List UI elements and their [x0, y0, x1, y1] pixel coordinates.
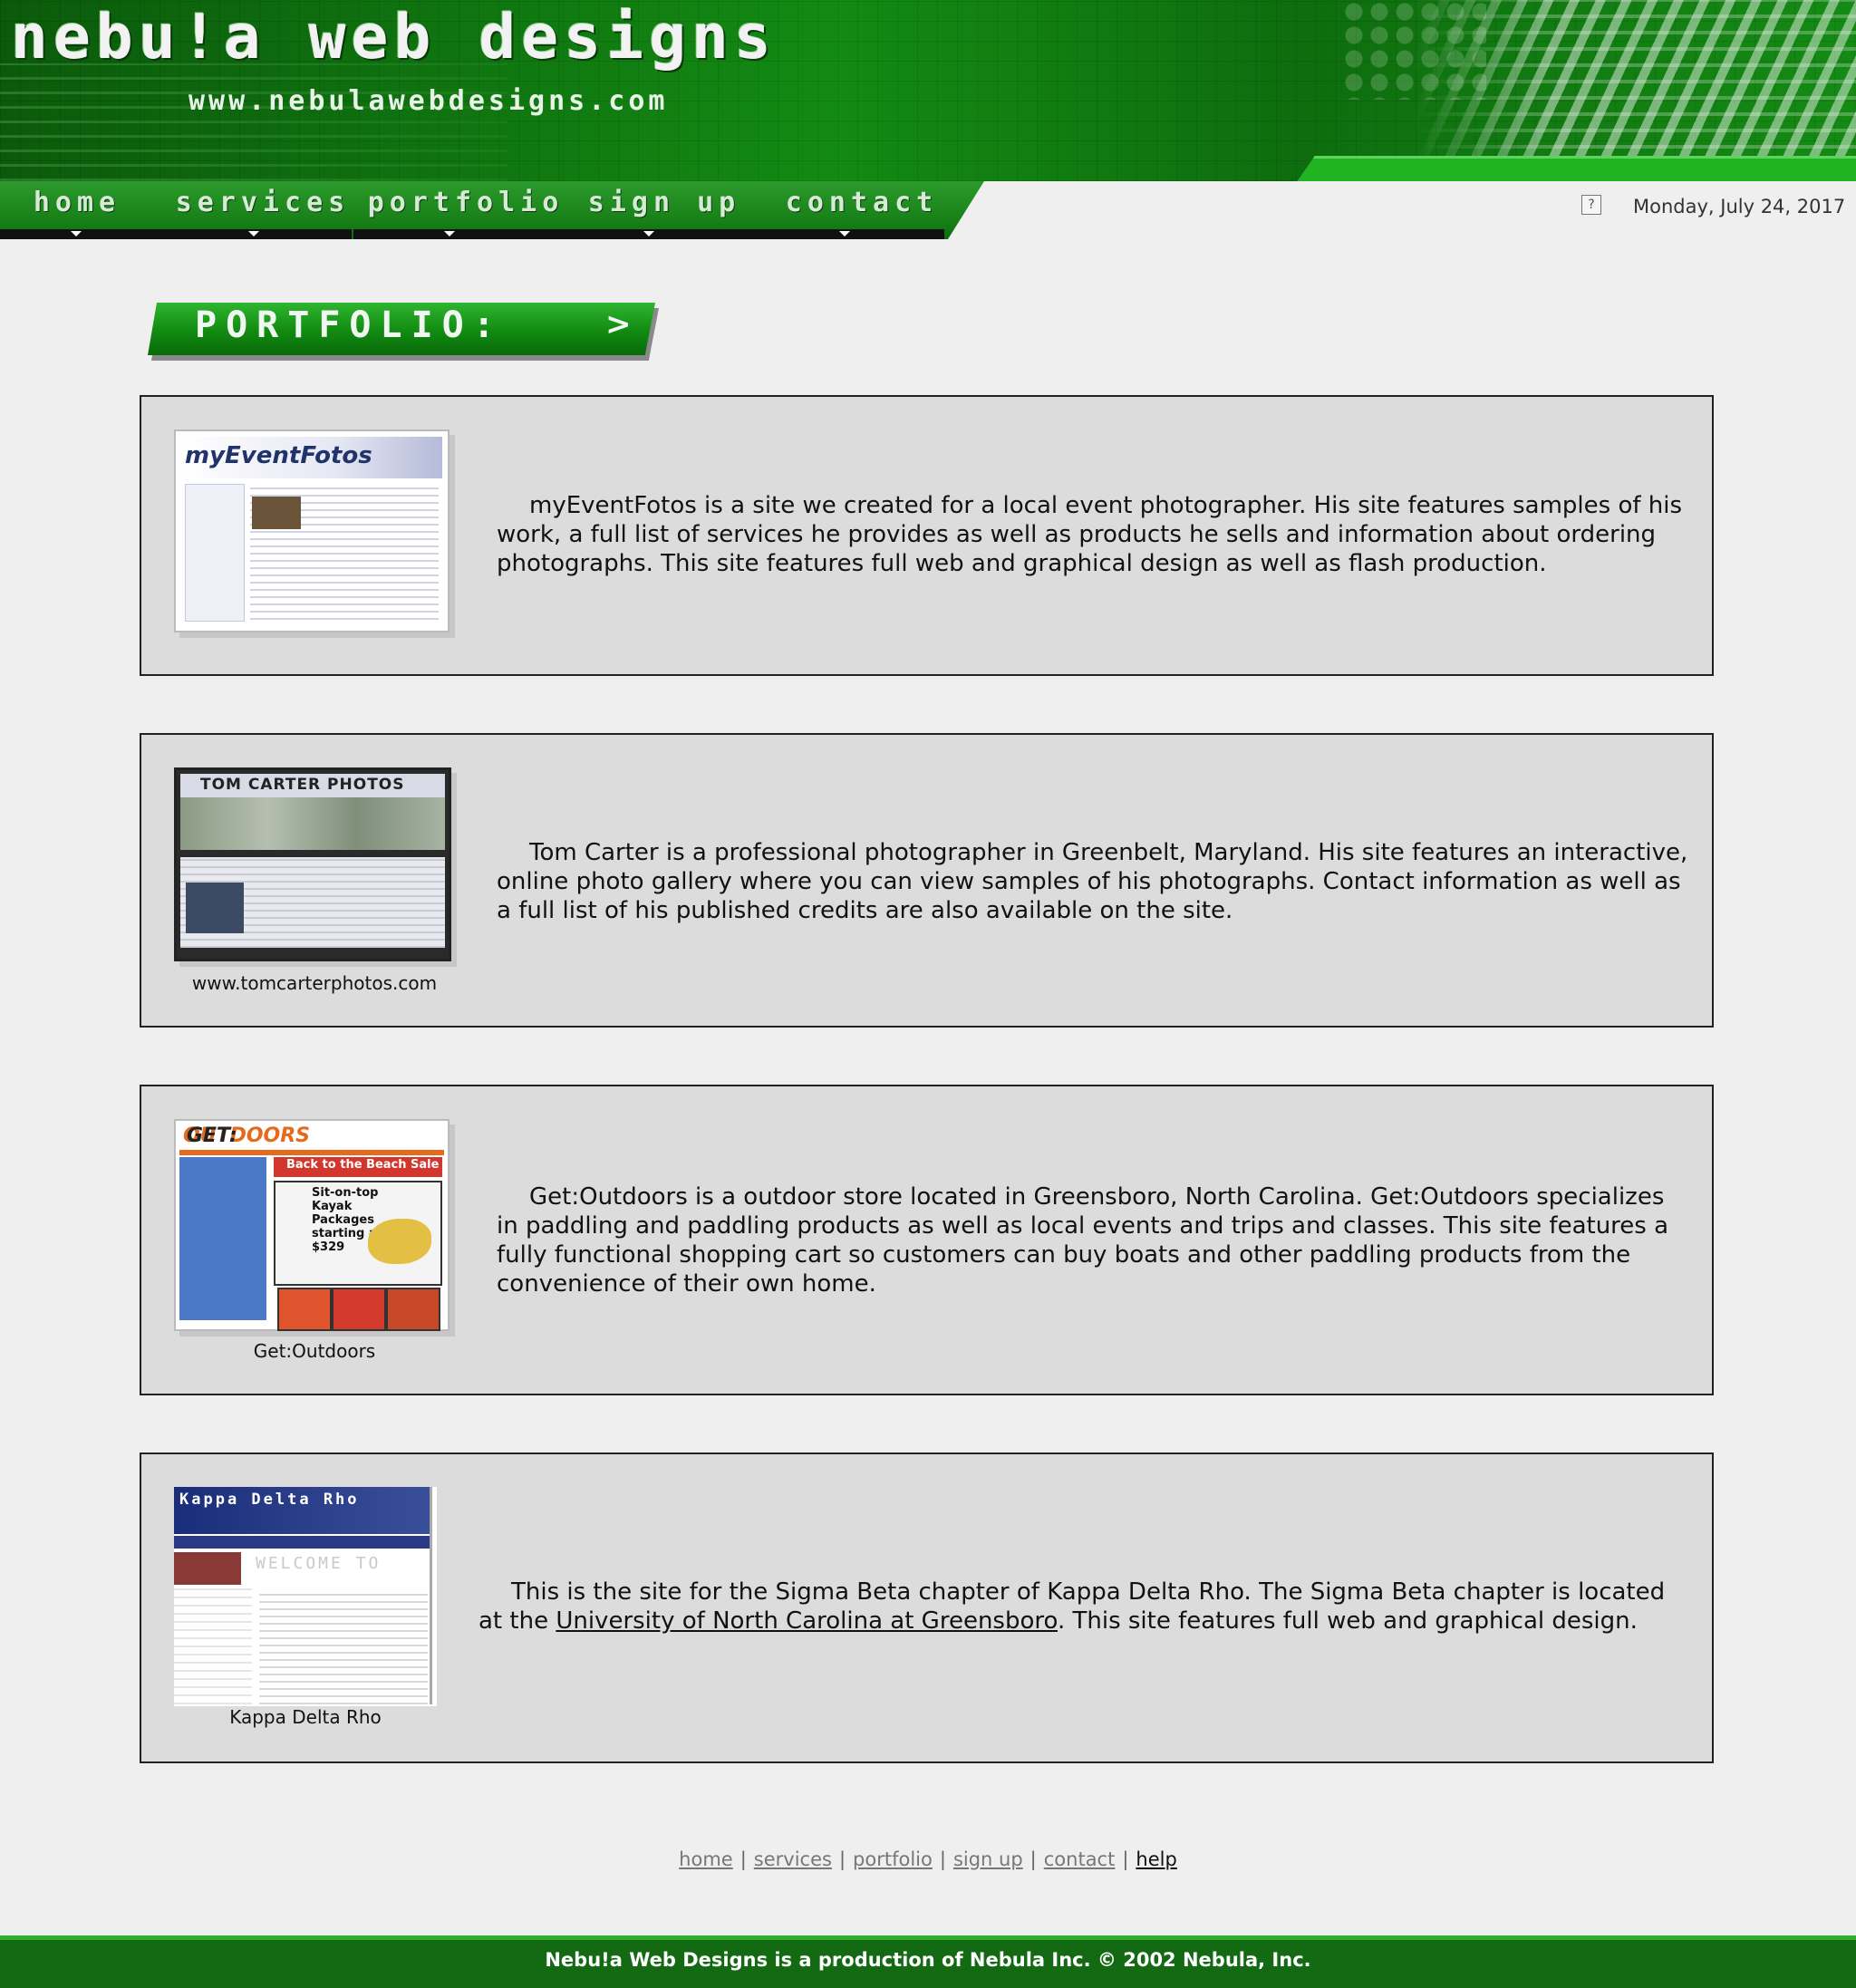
- thumbnail-title-part: GET:: [187, 1124, 237, 1147]
- chevron-down-icon: [444, 231, 455, 236]
- thumbnail-caption: Kappa Delta Rho: [229, 1706, 382, 1728]
- thumbnail-photo: [252, 497, 301, 529]
- nav-tab-label: portfolio: [367, 187, 565, 218]
- thumbnail-caption: www.tomcarterphotos.com: [191, 972, 438, 994]
- site-header: nebu!a web designs www.nebulawebdesigns.…: [0, 0, 1856, 181]
- nav-tab-label: home: [33, 187, 121, 218]
- thumbnail-header: TOM CARTER PHOTOS: [180, 774, 445, 797]
- portfolio-item-kappa-delta-rho: Kappa Delta Rho WELCOME TO Kappa Delta R…: [140, 1452, 1714, 1763]
- thumbnail-kayak-graphic: [368, 1219, 431, 1264]
- page-title: PORTFOLIO:: [195, 304, 504, 346]
- footer-link-sign-up[interactable]: sign up: [953, 1848, 1023, 1870]
- thumbnail-title: Kappa Delta Rho: [179, 1491, 360, 1509]
- footer-separator: |: [740, 1848, 747, 1870]
- copyright-text: Nebu!a Web Designs is a production of Ne…: [545, 1949, 1311, 1971]
- thumbnail-kappa-delta-rho[interactable]: Kappa Delta Rho WELCOME TO: [174, 1487, 437, 1706]
- thumbnail-offer-panel: Sit-on-top Kayak Packages starting at $3…: [274, 1181, 442, 1286]
- portfolio-description: This is the site for the Sigma Beta chap…: [478, 1578, 1693, 1636]
- description-text-end: . This site features full web and graphi…: [1057, 1607, 1638, 1635]
- thumbnail-edge: [430, 1487, 432, 1704]
- header-swoosh: [1295, 156, 1856, 181]
- thumbnail-promo-box: [277, 1288, 332, 1331]
- thumbnail-sale-text: Back to the Beach Sale: [286, 1158, 440, 1172]
- chevron-down-icon: [839, 231, 850, 236]
- footer-separator: |: [1122, 1848, 1129, 1870]
- site-logo[interactable]: nebu!a web designs: [11, 2, 777, 73]
- thumbnail-photo: [174, 1552, 241, 1585]
- footer-bar: Nebu!a Web Designs is a production of Ne…: [0, 1935, 1856, 1988]
- footer-link-help[interactable]: help: [1136, 1848, 1176, 1870]
- footer-nav: home | services | portfolio | sign up | contact |…: [0, 1848, 1856, 1870]
- footer-link-services[interactable]: services: [754, 1848, 832, 1870]
- nav-tab-label: sign up: [587, 187, 741, 218]
- thumbnail-promo-box: [332, 1288, 386, 1331]
- thumbnail-caption: Get:Outdoors: [253, 1340, 376, 1362]
- portfolio-item-get-outdoors: GET: OUTDOORS Back to the Beach Sale Sit-…: [140, 1085, 1714, 1395]
- thumbnail-title: myEventFotos: [185, 442, 372, 469]
- thumbnail-title: TOM CARTER PHOTOS: [200, 776, 405, 794]
- footer-separator: |: [838, 1848, 846, 1870]
- thumbnail-promo-box: [386, 1288, 440, 1331]
- thumbnail-header: myEventFotos: [181, 437, 442, 478]
- description-text: myEventFotos is a site we created for a …: [497, 492, 1683, 577]
- thumbnail-tom-carter[interactable]: TOM CARTER PHOTOS: [174, 767, 451, 961]
- thumbnail-menu: [174, 1536, 431, 1549]
- description-text: Tom Carter is a professional photographe…: [497, 839, 1688, 924]
- thumbnail-body: [259, 1588, 428, 1704]
- thumbnail-header: Kappa Delta Rho: [174, 1487, 431, 1534]
- portfolio-banner: PORTFOLIO: >: [148, 303, 655, 355]
- header-stripe-graphic: [1414, 0, 1856, 181]
- main-nav: home services portfolio sign up contact: [0, 181, 997, 239]
- thumbnail-get-outdoors[interactable]: GET: OUTDOORS Back to the Beach Sale Sit-…: [174, 1119, 450, 1331]
- portfolio-description: Get:Outdoors is a outdoor store located …: [497, 1182, 1693, 1298]
- thumbnail-title: GET: OUTDOORS: [183, 1124, 310, 1147]
- thumbnail-sidebar: [185, 484, 245, 622]
- nav-tab-label: contact: [785, 187, 939, 218]
- nav-tab-contact[interactable]: contact: [749, 181, 984, 239]
- chevron-down-icon: [248, 231, 259, 236]
- thumbnail-sidebar: [174, 1588, 252, 1704]
- portfolio-item-tom-carter: TOM CARTER PHOTOS www.tomcarterphotos.co…: [140, 733, 1714, 1028]
- chevron-right-icon: >: [605, 306, 632, 343]
- thumbnail-sale-banner: Back to the Beach Sale: [274, 1157, 442, 1177]
- help-icon[interactable]: ?: [1581, 195, 1601, 215]
- current-date: Monday, July 24, 2017: [1633, 196, 1846, 217]
- footer-link-home[interactable]: home: [679, 1848, 733, 1870]
- thumbnail-myeventfotos[interactable]: myEventFotos: [174, 429, 450, 632]
- portfolio-description: Tom Carter is a professional photographe…: [497, 838, 1693, 925]
- footer-separator: |: [939, 1848, 946, 1870]
- footer-separator: |: [1030, 1848, 1037, 1870]
- nav-tab-label: services: [175, 187, 351, 218]
- description-text: Get:Outdoors is a outdoor store located …: [497, 1183, 1669, 1298]
- site-url: www.nebulawebdesigns.com: [188, 85, 669, 117]
- thumbnail-header: GET: OUTDOORS: [179, 1124, 444, 1155]
- thumbnail-banner: [180, 797, 445, 850]
- thumbnail-sidebar: [179, 1157, 266, 1320]
- footer-link-portfolio[interactable]: portfolio: [853, 1848, 933, 1870]
- thumbnail-welcome: WELCOME TO: [256, 1554, 382, 1573]
- footer-link-contact[interactable]: contact: [1044, 1848, 1116, 1870]
- chevron-down-icon: [71, 231, 82, 236]
- thumbnail-photo: [186, 883, 244, 933]
- header-code-texture: [0, 63, 508, 181]
- portfolio-item-myeventfotos: myEventFotos myEventFotos is a site we c…: [140, 395, 1714, 676]
- chevron-down-icon: [643, 231, 654, 236]
- unc-greensboro-link[interactable]: University of North Carolina at Greensbo…: [556, 1607, 1058, 1635]
- portfolio-description: myEventFotos is a site we created for a …: [497, 491, 1693, 578]
